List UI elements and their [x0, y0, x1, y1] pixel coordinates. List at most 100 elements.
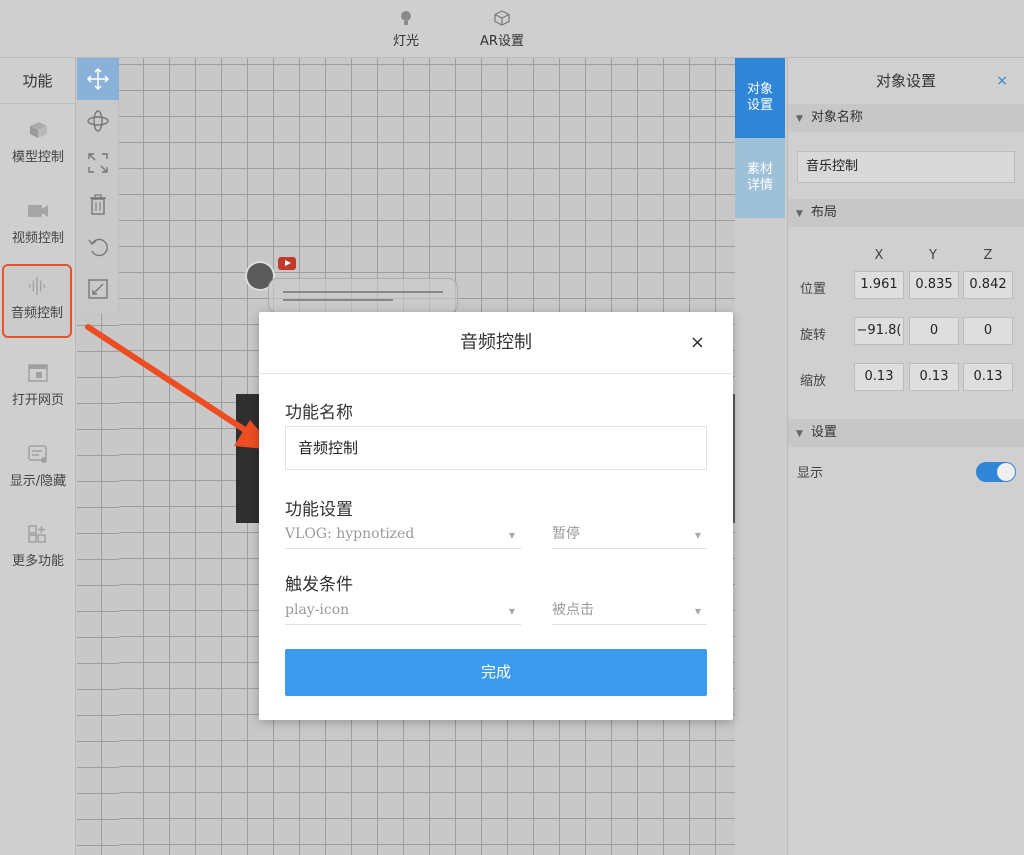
grid-plus-icon	[28, 525, 46, 543]
section-settings[interactable]: ▼ 设置	[788, 419, 1024, 447]
play-icon[interactable]	[278, 257, 296, 270]
rotation-label: 旋转	[800, 328, 827, 343]
ar-settings-button[interactable]: AR设置	[462, 10, 542, 49]
top-toolbar: 灯光 AR设置	[0, 0, 1024, 58]
video-camera-icon	[28, 205, 48, 217]
chevron-down-icon: ▼	[508, 531, 515, 540]
sidebar-item-open-webpage[interactable]: 打开网页	[0, 351, 76, 425]
audio-action-select[interactable]: 暂停 ▼	[552, 523, 707, 549]
chevron-down-icon: ▼	[796, 429, 803, 439]
tab-object-settings-label: 对象设置	[746, 82, 773, 113]
chevron-down-icon: ▼	[796, 114, 803, 124]
tab-material-details[interactable]: 素材详情	[735, 138, 785, 218]
section-layout-label: 布局	[810, 205, 837, 220]
trigger-target-value: play-icon	[285, 602, 350, 618]
light-button[interactable]: 灯光	[366, 10, 446, 49]
tab-object-settings[interactable]: 对象设置	[735, 58, 785, 138]
trigger-condition-label: 触发条件	[285, 575, 353, 595]
chevron-down-icon: ▼	[694, 607, 701, 616]
sidebar-item-video-control[interactable]: 视频控制	[0, 189, 76, 263]
dialog-header: 音频控制 ×	[259, 312, 733, 374]
rotate-tool-button[interactable]	[77, 100, 119, 142]
scale-x-field[interactable]: 0.13	[854, 363, 904, 391]
position-label: 位置	[800, 282, 827, 297]
rotation-y-field[interactable]: 0	[909, 317, 959, 345]
visibility-icon	[28, 445, 47, 463]
fit-tool-button[interactable]	[77, 268, 119, 310]
move-tool-button[interactable]	[77, 58, 119, 100]
scale-label: 缩放	[800, 374, 827, 389]
position-x-field[interactable]: 1.961	[854, 271, 904, 299]
chevron-down-icon: ▼	[694, 531, 701, 540]
audio-source-select[interactable]: VLOG: hypnotized ▼	[285, 523, 521, 549]
chevron-down-icon: ▼	[508, 607, 515, 616]
axis-z-header: Z	[983, 248, 993, 263]
sidebar-item-label: 显示/隐藏	[9, 474, 67, 489]
sidebar-item-label: 更多功能	[11, 554, 64, 569]
axis-y-header: Y	[929, 248, 937, 263]
trash-icon	[90, 194, 106, 215]
scene-dark-card[interactable]	[236, 394, 260, 523]
ar-settings-label: AR设置	[480, 34, 524, 49]
sidebar-item-label: 打开网页	[11, 393, 64, 408]
position-z-field[interactable]: 0.842	[963, 271, 1013, 299]
sidebar-item-label: 模型控制	[11, 150, 64, 165]
sidebar-item-more-functions[interactable]: 更多功能	[0, 512, 76, 586]
dialog-title: 音频控制	[460, 332, 532, 353]
light-label: 灯光	[392, 34, 419, 49]
object-name-input[interactable]: 音乐控制	[797, 151, 1015, 183]
function-settings-label: 功能设置	[285, 500, 353, 520]
trigger-event-value: 被点击	[552, 602, 594, 618]
rotation-z-field[interactable]: 0	[963, 317, 1013, 345]
fit-icon	[88, 279, 108, 299]
browser-window-icon	[28, 364, 48, 382]
scene-canvas-left-strip[interactable]	[77, 313, 119, 855]
function-name-label: 功能名称	[285, 403, 353, 423]
section-settings-label: 设置	[810, 425, 837, 440]
trigger-event-select[interactable]: 被点击 ▼	[552, 599, 707, 625]
section-object-name-label: 对象名称	[810, 110, 863, 125]
undo-icon	[88, 238, 108, 257]
cube-icon	[30, 122, 47, 138]
audio-source-value: VLOG: hypnotized	[285, 526, 415, 542]
right-tabs: 对象设置 素材详情	[735, 58, 787, 855]
move-icon	[86, 67, 110, 91]
function-sidebar: 功能 模型控制 视频控制 音频控制 打开网页 显示/隐藏 更多功能	[0, 58, 76, 855]
section-object-name[interactable]: ▼ 对象名称	[788, 104, 1024, 132]
audio-wave-icon	[29, 276, 45, 296]
sidebar-item-audio-control[interactable]: 音频控制	[2, 264, 72, 338]
axis-x-header: X	[874, 248, 884, 263]
section-layout[interactable]: ▼ 布局	[788, 199, 1024, 227]
scene-text-bubble[interactable]	[268, 278, 458, 314]
dialog-close-button[interactable]: ×	[690, 312, 705, 374]
cube-outline-icon	[494, 10, 510, 26]
position-y-field[interactable]: 0.835	[909, 271, 959, 299]
lightbulb-icon	[401, 11, 411, 25]
chevron-down-icon: ▼	[796, 209, 803, 219]
show-toggle[interactable]	[976, 462, 1016, 482]
tab-material-details-label: 素材详情	[746, 162, 773, 193]
done-button[interactable]: 完成	[285, 649, 707, 696]
trigger-target-select[interactable]: play-icon ▼	[285, 599, 521, 625]
rotate-icon	[87, 110, 109, 132]
rotation-x-field[interactable]: −91.8(	[854, 317, 904, 345]
sidebar-item-label: 视频控制	[11, 231, 64, 246]
delete-tool-button[interactable]	[77, 184, 119, 226]
scale-tool-button[interactable]	[77, 142, 119, 184]
sidebar-item-model-control[interactable]: 模型控制	[0, 108, 76, 182]
undo-tool-button[interactable]	[77, 226, 119, 268]
function-name-input[interactable]: 音频控制	[285, 426, 707, 470]
audio-control-dialog: 音频控制 × 功能名称 音频控制 功能设置 VLOG: hypnotized ▼…	[259, 312, 733, 720]
scale-y-field[interactable]: 0.13	[909, 363, 959, 391]
object-settings-panel: 对象设置 × ▼ 对象名称 音乐控制 ▼ 布局 X Y Z 位置 1.961 0.8…	[787, 58, 1024, 855]
panel-header: 对象设置 ×	[788, 58, 1024, 104]
panel-title: 对象设置	[875, 72, 936, 90]
scale-icon	[88, 153, 108, 173]
sidebar-item-show-hide[interactable]: 显示/隐藏	[0, 432, 76, 506]
scale-z-field[interactable]: 0.13	[963, 363, 1013, 391]
sidebar-title: 功能	[0, 58, 75, 104]
audio-action-value: 暂停	[552, 526, 580, 542]
panel-close-button[interactable]: ×	[996, 58, 1008, 104]
sidebar-item-label: 音频控制	[10, 306, 63, 321]
transform-toolbar	[77, 58, 119, 313]
